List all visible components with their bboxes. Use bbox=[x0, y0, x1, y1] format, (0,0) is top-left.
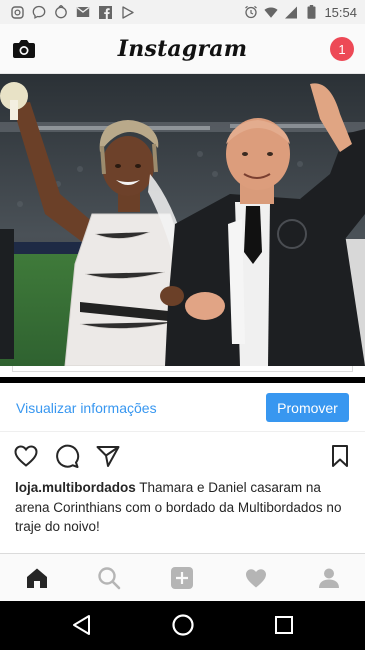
bookmark-icon[interactable] bbox=[327, 443, 353, 469]
camera-icon[interactable] bbox=[12, 38, 36, 60]
instagram-icon bbox=[10, 5, 24, 19]
post-actions bbox=[0, 440, 365, 472]
back-icon[interactable] bbox=[70, 613, 94, 637]
signal-icon bbox=[284, 5, 298, 19]
share-icon[interactable] bbox=[95, 443, 121, 469]
download-icon bbox=[54, 5, 68, 19]
post-caption: loja.multibordados Thamara e Daniel casa… bbox=[15, 478, 350, 537]
notification-badge[interactable]: 1 bbox=[330, 37, 354, 61]
app-header: Instagram 1 bbox=[0, 24, 365, 74]
post-image[interactable] bbox=[0, 74, 365, 366]
facebook-icon bbox=[98, 5, 112, 19]
messenger-icon bbox=[32, 5, 46, 19]
status-bar: 15:54 bbox=[0, 0, 365, 24]
gmail-icon bbox=[76, 5, 90, 19]
promote-row: Visualizar informações Promover bbox=[0, 384, 365, 432]
promote-button[interactable]: Promover bbox=[266, 393, 349, 422]
divider bbox=[0, 377, 365, 383]
comment-icon[interactable] bbox=[54, 443, 80, 469]
search-icon[interactable] bbox=[97, 566, 121, 590]
alarm-icon bbox=[244, 5, 258, 19]
system-icons: 15:54 bbox=[244, 5, 365, 20]
battery-icon bbox=[304, 5, 318, 19]
caption-username[interactable]: loja.multibordados bbox=[15, 480, 136, 495]
home-circle-icon[interactable] bbox=[171, 613, 195, 637]
bottom-navigation bbox=[0, 553, 365, 601]
notification-icons bbox=[0, 5, 134, 19]
activity-heart-icon[interactable] bbox=[244, 566, 268, 590]
play-store-icon bbox=[120, 5, 134, 19]
home-icon[interactable] bbox=[25, 566, 49, 590]
add-icon[interactable] bbox=[170, 566, 194, 590]
system-navigation-bar bbox=[0, 601, 365, 650]
profile-icon[interactable] bbox=[317, 566, 341, 590]
wifi-icon bbox=[264, 5, 279, 19]
recents-icon[interactable] bbox=[272, 613, 296, 637]
view-insights-link[interactable]: Visualizar informações bbox=[16, 400, 157, 416]
app-logo: Instagram bbox=[117, 35, 248, 62]
clock: 15:54 bbox=[324, 4, 357, 20]
heart-icon[interactable] bbox=[13, 443, 39, 469]
